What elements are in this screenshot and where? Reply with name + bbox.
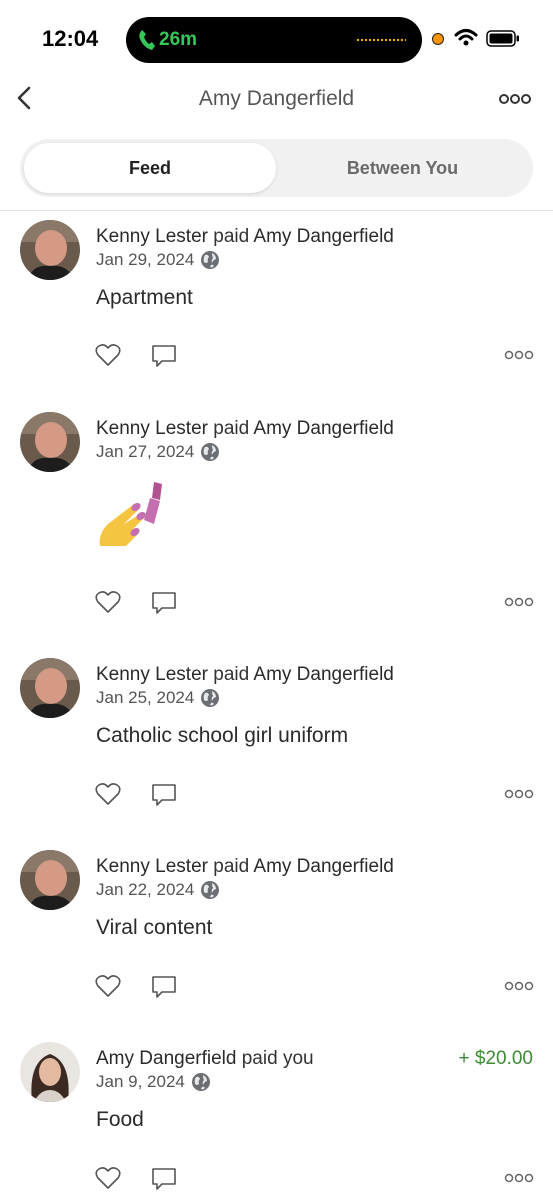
avatar[interactable] <box>20 850 80 910</box>
audio-waveform-icon <box>356 38 406 42</box>
clock: 12:04 <box>42 26 99 51</box>
transaction-headline: Kenny Lester paid Amy Dangerfield <box>96 418 394 440</box>
payer-name[interactable]: Amy Dangerfield <box>96 1048 236 1069</box>
transaction-date: Jan 27, 2024 <box>96 442 195 461</box>
date-row: Jan 9, 2024 <box>96 1072 211 1092</box>
payee-name[interactable]: Amy Dangerfield <box>253 664 393 685</box>
avatar[interactable] <box>20 412 80 472</box>
segmented-tabs: Feed Between You <box>20 139 533 197</box>
phone-icon <box>139 30 155 50</box>
transaction-verb: paid <box>213 418 250 439</box>
payee-name: you <box>282 1048 314 1069</box>
transaction-date: Jan 9, 2024 <box>96 1072 185 1091</box>
tab-between-you[interactable]: Between You <box>276 143 529 193</box>
transaction-date: Jan 25, 2024 <box>96 688 195 707</box>
date-row: Jan 27, 2024 <box>96 442 220 462</box>
tab-feed[interactable]: Feed <box>24 143 276 193</box>
payer-name[interactable]: Kenny Lester <box>96 418 208 439</box>
nail-polish-emoji-icon <box>99 482 162 546</box>
page-title: Amy Dangerfield <box>198 87 355 110</box>
call-duration: 26m <box>159 29 198 50</box>
date-row: Jan 22, 2024 <box>96 880 220 900</box>
transaction-headline: Amy Dangerfield paid you <box>96 1048 314 1070</box>
transaction-note: Apartment <box>96 286 193 309</box>
recording-indicator-icon <box>432 33 444 45</box>
payee-name[interactable]: Amy Dangerfield <box>253 856 393 877</box>
comment-icon[interactable] <box>151 974 177 1000</box>
transaction-date: Jan 29, 2024 <box>96 250 195 269</box>
globe-icon <box>201 689 220 707</box>
payer-name[interactable]: Kenny Lester <box>96 856 208 877</box>
nav-header: Amy Dangerfield <box>0 70 553 130</box>
transaction-verb: paid <box>213 856 250 877</box>
status-bar: 12:04 26m <box>0 0 553 70</box>
payee-name[interactable]: Amy Dangerfield <box>253 226 393 247</box>
heart-icon[interactable] <box>95 590 121 614</box>
comment-icon[interactable] <box>151 1166 177 1192</box>
transaction-headline: Kenny Lester paid Amy Dangerfield <box>96 664 394 686</box>
globe-icon <box>201 881 220 899</box>
transaction-note: Food <box>96 1108 144 1131</box>
transaction-verb: paid <box>241 1048 278 1069</box>
date-row: Jan 25, 2024 <box>96 688 220 708</box>
transaction-note: Viral content <box>96 916 213 939</box>
comment-icon[interactable] <box>151 343 177 369</box>
heart-icon[interactable] <box>95 1166 121 1190</box>
globe-icon <box>201 251 220 269</box>
transaction-date: Jan 22, 2024 <box>96 880 195 899</box>
divider <box>0 210 553 211</box>
transaction-headline: Kenny Lester paid Amy Dangerfield <box>96 856 394 878</box>
more-options-icon[interactable] <box>504 350 534 360</box>
heart-icon[interactable] <box>95 782 121 806</box>
comment-icon[interactable] <box>151 590 177 616</box>
more-options-icon[interactable] <box>504 789 534 799</box>
transaction-verb: paid <box>213 664 250 685</box>
avatar[interactable] <box>20 1042 80 1102</box>
heart-icon[interactable] <box>95 974 121 998</box>
globe-icon <box>191 1073 210 1091</box>
transaction-amount: + $20.00 <box>458 1048 534 1069</box>
avatar[interactable] <box>20 220 80 280</box>
transaction-note: Catholic school girl uniform <box>96 724 349 747</box>
more-options-icon[interactable] <box>498 92 532 106</box>
payer-name[interactable]: Kenny Lester <box>96 226 208 247</box>
wifi-icon <box>454 29 478 46</box>
comment-icon[interactable] <box>151 782 177 808</box>
payee-name[interactable]: Amy Dangerfield <box>253 418 393 439</box>
more-options-icon[interactable] <box>504 981 534 991</box>
dynamic-island[interactable]: 26m <box>126 17 422 63</box>
globe-icon <box>201 443 220 461</box>
transaction-verb: paid <box>213 226 250 247</box>
more-options-icon[interactable] <box>504 597 534 607</box>
battery-icon <box>486 30 519 47</box>
transaction-headline: Kenny Lester paid Amy Dangerfield <box>96 226 394 248</box>
payer-name[interactable]: Kenny Lester <box>96 664 208 685</box>
heart-icon[interactable] <box>95 343 121 367</box>
avatar[interactable] <box>20 658 80 718</box>
date-row: Jan 29, 2024 <box>96 250 220 270</box>
more-options-icon[interactable] <box>504 1173 534 1183</box>
